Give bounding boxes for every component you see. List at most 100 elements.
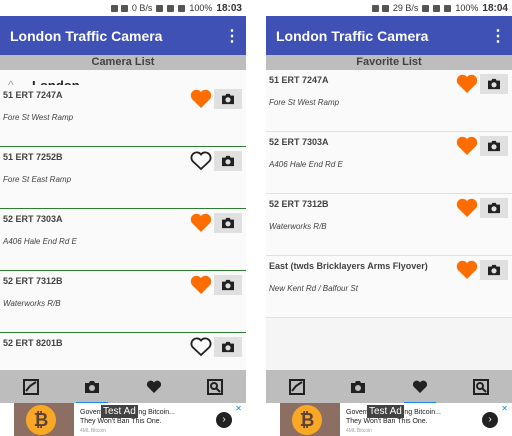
camera-location: New Kent Rd / Balfour St bbox=[269, 284, 358, 293]
camera-icon bbox=[85, 380, 100, 393]
camera-code: 51 ERT 7247A bbox=[3, 90, 63, 100]
camera-icon bbox=[487, 264, 501, 276]
usb-icon bbox=[381, 4, 389, 12]
ad-image: ₿ bbox=[14, 403, 74, 436]
camera-list-screen: 0 B/s 100% 18:03 London Traffic Camera ⋮… bbox=[0, 0, 246, 436]
heart-icon[interactable] bbox=[190, 151, 212, 171]
camera-code: 51 ERT 7252B bbox=[3, 152, 63, 162]
location-icon bbox=[422, 4, 430, 12]
ad-close-icon[interactable]: ✕ bbox=[501, 404, 508, 413]
test-ad-label: Test Ad bbox=[367, 405, 404, 418]
list-title: Favorite List bbox=[266, 55, 512, 70]
ad-banner[interactable]: ₿ Government Banning Bitcoin... They Won… bbox=[0, 403, 246, 436]
map-icon bbox=[288, 378, 305, 395]
view-camera-button[interactable] bbox=[480, 260, 508, 280]
camera-code: 52 ERT 7312B bbox=[269, 199, 329, 209]
heart-icon[interactable] bbox=[190, 275, 212, 295]
wifi-icon bbox=[178, 4, 186, 12]
view-camera-button[interactable] bbox=[480, 74, 508, 94]
heart-icon[interactable] bbox=[456, 136, 478, 156]
heart-icon bbox=[412, 380, 427, 393]
signal-icon bbox=[110, 4, 118, 12]
net-speed: 0 B/s bbox=[131, 3, 153, 13]
heart-icon[interactable] bbox=[456, 260, 478, 280]
ad-source: 4ML Bitcoin bbox=[80, 428, 106, 434]
clock: 18:04 bbox=[482, 2, 508, 14]
camera-row[interactable]: 52 ERT 8201B bbox=[0, 333, 246, 370]
ad-text-block: Government Banning Bitcoin... They Won't… bbox=[74, 403, 216, 436]
search-image-icon bbox=[473, 378, 490, 395]
overflow-menu-icon[interactable]: ⋮ bbox=[490, 26, 506, 46]
heart-icon[interactable] bbox=[190, 337, 212, 357]
tab-search[interactable] bbox=[461, 373, 501, 401]
signal-icon bbox=[371, 4, 379, 12]
location-icon bbox=[156, 4, 164, 12]
heart-icon bbox=[146, 380, 161, 393]
bitcoin-icon: ₿ bbox=[292, 405, 322, 435]
app-bar: London Traffic Camera ⋮ bbox=[0, 16, 246, 55]
usb-icon bbox=[120, 4, 128, 12]
camera-icon bbox=[487, 202, 501, 214]
camera-location: A406 Hale End Rd E bbox=[3, 237, 77, 246]
tab-search[interactable] bbox=[195, 373, 235, 401]
view-camera-button[interactable] bbox=[214, 337, 242, 357]
status-bar: 0 B/s 100% 18:03 bbox=[0, 0, 246, 16]
camera-icon bbox=[487, 140, 501, 152]
ad-banner[interactable]: ₿ Government Banning Bitcoin... They Won… bbox=[266, 403, 512, 436]
heart-icon[interactable] bbox=[190, 89, 212, 109]
status-bar: 29 B/s 100% 18:04 bbox=[266, 0, 512, 16]
heart-icon[interactable] bbox=[456, 198, 478, 218]
heart-icon[interactable] bbox=[190, 213, 212, 233]
tab-camera[interactable] bbox=[338, 373, 378, 401]
camera-icon bbox=[221, 155, 235, 167]
camera-row[interactable]: 52 ERT 7312B Waterworks R/B bbox=[266, 194, 512, 256]
view-camera-button[interactable] bbox=[480, 198, 508, 218]
tab-favorite[interactable] bbox=[400, 373, 440, 404]
ad-close-icon[interactable]: ✕ bbox=[235, 404, 242, 413]
alarm-icon bbox=[433, 4, 441, 12]
app-title: London Traffic Camera bbox=[10, 27, 163, 44]
camera-list: 51 ERT 7247A Fore St West Ramp 51 ERT 7252… bbox=[0, 85, 246, 370]
battery-level: 100% bbox=[189, 3, 213, 13]
camera-location: Fore St West Ramp bbox=[269, 98, 340, 107]
battery-level: 100% bbox=[455, 3, 479, 13]
camera-location: A406 Hale End Rd E bbox=[269, 160, 343, 169]
app-bar: London Traffic Camera ⋮ bbox=[266, 16, 512, 55]
clock: 18:03 bbox=[216, 2, 242, 14]
camera-location: Waterworks R/B bbox=[269, 222, 327, 231]
ad-subline: They Won't Ban This One. bbox=[80, 418, 162, 425]
view-camera-button[interactable] bbox=[480, 136, 508, 156]
view-camera-button[interactable] bbox=[214, 151, 242, 171]
ad-go-button[interactable]: › bbox=[216, 411, 232, 428]
camera-row[interactable]: 51 ERT 7247A Fore St West Ramp bbox=[266, 70, 512, 132]
camera-icon bbox=[221, 341, 235, 353]
tab-favorite[interactable] bbox=[134, 373, 174, 401]
heart-icon[interactable] bbox=[456, 74, 478, 94]
tab-map[interactable] bbox=[277, 373, 317, 401]
camera-code: East (twds Bricklayers Arms Flyover) bbox=[269, 261, 428, 271]
tab-camera[interactable] bbox=[72, 373, 112, 404]
camera-row[interactable]: 52 ERT 7303A A406 Hale End Rd E bbox=[266, 132, 512, 194]
ad-source: 4ML Bitcoin bbox=[346, 428, 372, 434]
status-icons bbox=[371, 4, 389, 12]
search-image-icon bbox=[207, 378, 224, 395]
view-camera-button[interactable] bbox=[214, 213, 242, 233]
ad-text-block: Government Banning Bitcoin... They Won't… bbox=[340, 403, 482, 436]
view-camera-button[interactable] bbox=[214, 275, 242, 295]
bitcoin-icon: ₿ bbox=[26, 405, 56, 435]
view-camera-button[interactable] bbox=[214, 89, 242, 109]
tab-map[interactable] bbox=[11, 373, 51, 401]
ad-image: ₿ bbox=[280, 403, 340, 436]
camera-row[interactable]: 51 ERT 7247A Fore St West Ramp bbox=[0, 85, 246, 147]
overflow-menu-icon[interactable]: ⋮ bbox=[224, 26, 240, 46]
camera-row[interactable]: 52 ERT 7303A A406 Hale End Rd E bbox=[0, 209, 246, 271]
camera-row[interactable]: 52 ERT 7312B Waterworks R/B bbox=[0, 271, 246, 333]
net-speed: 29 B/s bbox=[392, 3, 419, 13]
camera-row[interactable]: East (twds Bricklayers Arms Flyover) New … bbox=[266, 256, 512, 318]
camera-code: 52 ERT 7303A bbox=[269, 137, 329, 147]
bottom-navigation bbox=[0, 370, 246, 404]
camera-icon bbox=[351, 380, 366, 393]
camera-row[interactable]: 51 ERT 7252B Fore St East Ramp bbox=[0, 147, 246, 209]
ad-go-button[interactable]: › bbox=[482, 411, 498, 428]
camera-location: Fore St West Ramp bbox=[3, 113, 74, 122]
